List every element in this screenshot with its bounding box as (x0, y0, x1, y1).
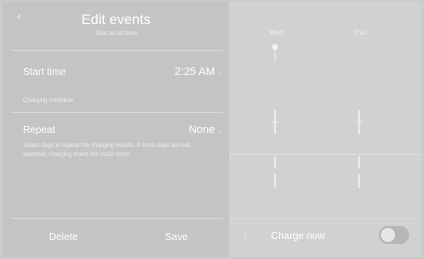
event-marker-wed (272, 110, 278, 134)
charge-now-toggle[interactable] (379, 226, 409, 244)
repeat-value: None (188, 124, 215, 136)
edit-events-panel: ‹ Edit events Start at set time Start ti… (3, 2, 229, 257)
chevron-right-icon: › (219, 127, 222, 136)
chevron-left-icon: ‹ (244, 232, 247, 241)
schedule-grid-line (229, 154, 421, 155)
schedule-panel: Wed Thu ‹ Charge now (229, 2, 421, 257)
repeat-description: Select days to repeat the charging event… (23, 143, 190, 158)
start-time-value: 2:25 AM (174, 66, 215, 78)
event-marker-thu-lower (358, 156, 360, 188)
page-subtitle: Start at set time (94, 31, 137, 37)
event-marker-wed-lower (274, 156, 276, 188)
delete-button[interactable]: Delete (49, 232, 78, 243)
screen: ‹ Edit events Start at set time Start ti… (0, 0, 424, 259)
event-marker-wed-start (272, 44, 278, 62)
day-label-wed: Wed (269, 30, 284, 37)
charge-now-label: Charge now (271, 231, 325, 242)
page-title: Edit events (81, 11, 151, 27)
start-time-label: Start time (23, 67, 66, 78)
divider (11, 50, 223, 51)
divider (11, 218, 223, 219)
save-button[interactable]: Save (165, 232, 188, 243)
repeat-label: Repeat (23, 125, 56, 136)
toggle-knob (381, 228, 395, 242)
charging-schedule-label: Charging schedule (23, 98, 74, 104)
chevron-right-icon: › (219, 69, 222, 78)
day-label-thu: Thu (353, 30, 366, 37)
divider (11, 112, 223, 113)
divider (229, 218, 421, 219)
event-marker-thu (356, 110, 362, 134)
